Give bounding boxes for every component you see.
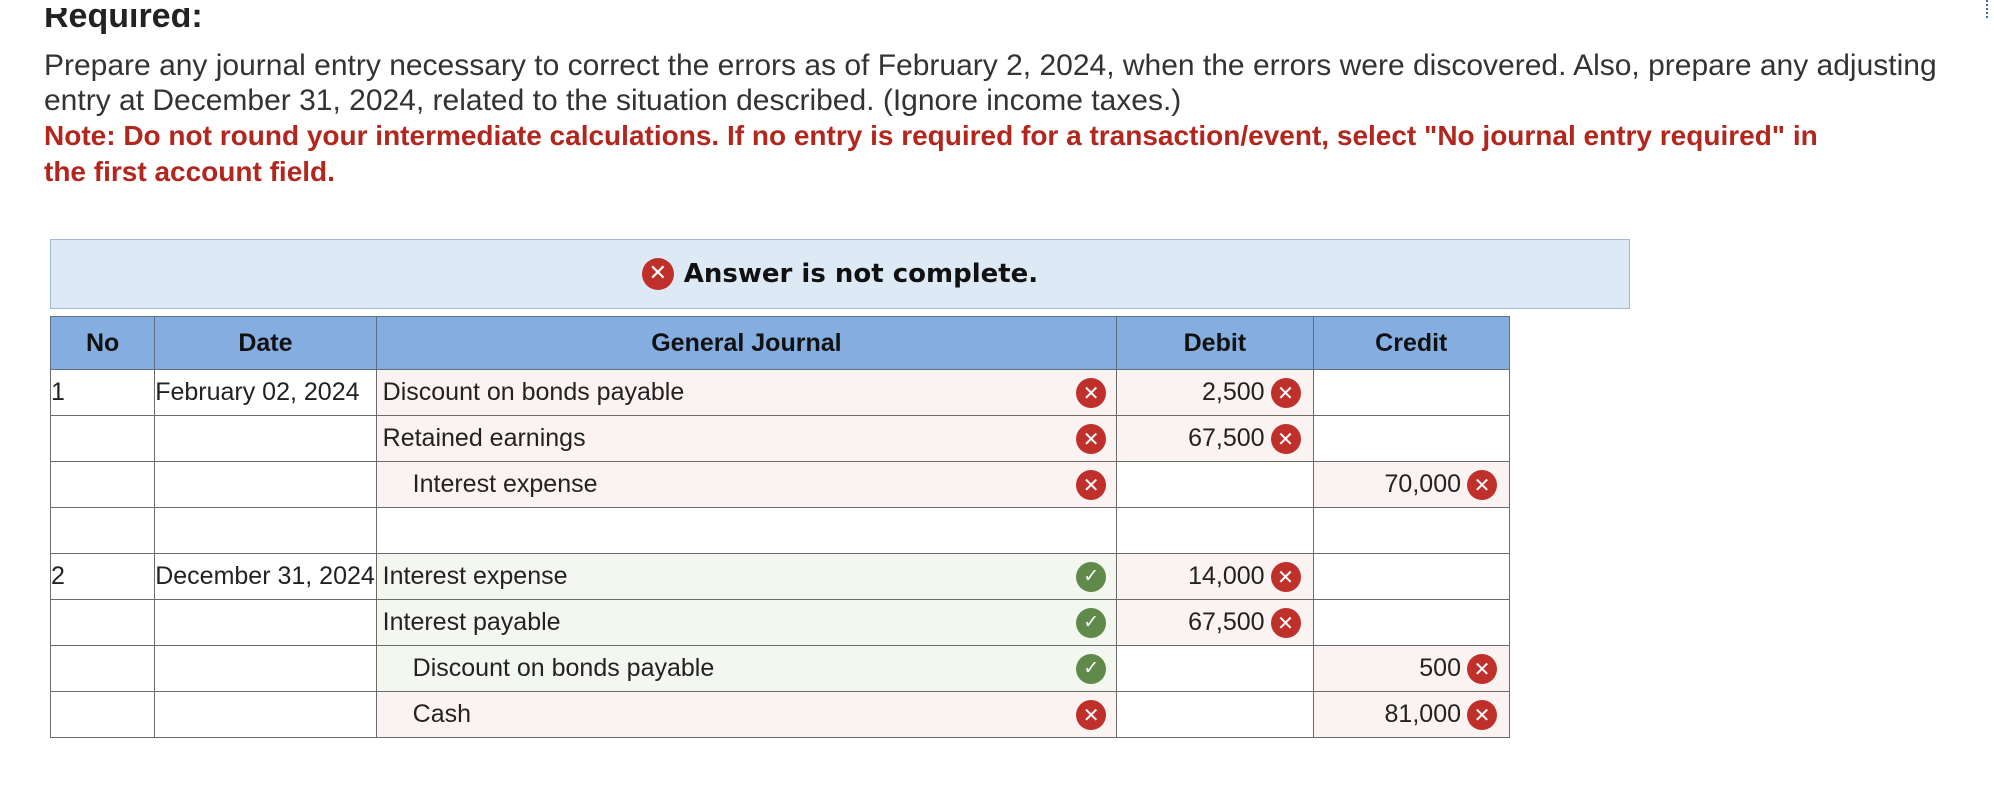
instructions-text: Prepare any journal entry necessary to c… bbox=[44, 49, 1937, 117]
x-icon: ✕ bbox=[1270, 561, 1301, 592]
table-header-row: No Date General Journal Debit Credit bbox=[49, 316, 1511, 370]
credit-input[interactable] bbox=[1312, 415, 1511, 462]
check-icon: ✓ bbox=[1076, 653, 1107, 684]
account-select[interactable]: Interest expense ✕ bbox=[375, 461, 1118, 508]
x-icon: ✕ bbox=[1076, 377, 1107, 408]
account-select[interactable]: Retained earnings ✕ bbox=[375, 415, 1118, 462]
entry-number-cell: 1 bbox=[49, 369, 156, 416]
debit-input[interactable]: 2,500 ✕ bbox=[1116, 369, 1314, 416]
debit-input[interactable] bbox=[1116, 691, 1314, 738]
date-select[interactable] bbox=[154, 507, 377, 554]
account-name: Interest expense bbox=[382, 562, 568, 590]
debit-input[interactable]: 67,500 ✕ bbox=[1116, 599, 1314, 646]
credit-input[interactable] bbox=[1312, 599, 1511, 646]
table-row: Interest expense ✕ 70,000 ✕ bbox=[49, 461, 1511, 508]
account-select[interactable] bbox=[375, 507, 1118, 554]
debit-amount: 2,500 bbox=[1202, 378, 1265, 406]
date-select[interactable]: February 02, 2024 bbox=[154, 369, 377, 416]
credit-amount: 70,000 bbox=[1384, 470, 1461, 498]
table-row: 2 December 31, 2024 Interest expense ✓ 14,00… bbox=[49, 553, 1511, 600]
credit-amount: 500 bbox=[1419, 654, 1461, 682]
account-select[interactable]: Cash ✕ bbox=[375, 691, 1118, 738]
account-select[interactable]: Interest expense ✓ bbox=[375, 553, 1118, 600]
x-icon: ✕ bbox=[1467, 469, 1497, 500]
date-select[interactable]: December 31, 2024 bbox=[154, 553, 377, 600]
date-select[interactable] bbox=[154, 599, 377, 646]
table-row: Interest payable ✓ 67,500 ✕ bbox=[49, 599, 1511, 646]
check-icon: ✓ bbox=[1076, 561, 1107, 592]
header-credit: Credit bbox=[1312, 316, 1511, 370]
banner-text: Answer is not complete. bbox=[683, 259, 1039, 289]
scrollbar-handle[interactable] bbox=[1986, 0, 1994, 18]
x-icon: ✕ bbox=[1270, 607, 1301, 638]
x-icon: ✕ bbox=[1270, 377, 1301, 408]
credit-input[interactable]: 81,000 ✕ bbox=[1312, 691, 1511, 738]
debit-amount: 14,000 bbox=[1188, 562, 1265, 590]
table-row: 1 February 02, 2024 Discount on bonds paya… bbox=[49, 369, 1511, 416]
debit-input[interactable] bbox=[1116, 507, 1314, 554]
header-general-journal: General Journal bbox=[375, 316, 1118, 370]
x-icon: ✕ bbox=[1467, 653, 1497, 684]
x-icon: ✕ bbox=[641, 258, 674, 290]
account-name: Discount on bonds payable bbox=[382, 378, 685, 406]
credit-input[interactable]: 70,000 ✕ bbox=[1312, 461, 1511, 508]
credit-input[interactable]: 500 ✕ bbox=[1312, 645, 1511, 692]
date-select[interactable] bbox=[154, 691, 377, 738]
account-select[interactable]: Discount on bonds payable ✕ bbox=[375, 369, 1118, 416]
debit-input[interactable]: 67,500 ✕ bbox=[1116, 415, 1314, 462]
header-date: Date bbox=[154, 316, 377, 370]
table-row: Discount on bonds payable ✓ 500 ✕ bbox=[49, 645, 1511, 692]
entry-number-cell bbox=[49, 507, 156, 554]
table-row bbox=[49, 507, 1511, 554]
debit-input[interactable] bbox=[1116, 461, 1314, 508]
heading-required: Required: bbox=[44, 8, 203, 35]
header-no: No bbox=[49, 316, 156, 370]
entry-number-cell bbox=[49, 691, 156, 738]
account-name: Discount on bonds payable bbox=[412, 654, 715, 682]
debit-amount: 67,500 bbox=[1188, 608, 1265, 636]
check-icon: ✓ bbox=[1076, 607, 1107, 638]
note-text: Note: Do not round your intermediate cal… bbox=[44, 120, 1818, 187]
header-debit: Debit bbox=[1116, 316, 1314, 370]
answer-status-banner: ✕ Answer is not complete. bbox=[50, 239, 1630, 309]
x-icon: ✕ bbox=[1076, 699, 1107, 730]
date-select[interactable] bbox=[154, 415, 377, 462]
credit-input[interactable] bbox=[1312, 369, 1511, 416]
entry-number-cell bbox=[49, 599, 156, 646]
debit-input[interactable] bbox=[1116, 645, 1314, 692]
account-name: Interest payable bbox=[382, 608, 561, 636]
account-name: Interest expense bbox=[412, 470, 598, 498]
date-select[interactable] bbox=[154, 461, 377, 508]
x-icon: ✕ bbox=[1076, 423, 1107, 454]
entry-number-cell bbox=[49, 461, 156, 508]
debit-amount: 67,500 bbox=[1188, 424, 1265, 452]
account-select[interactable]: Discount on bonds payable ✓ bbox=[375, 645, 1118, 692]
table-row: Cash ✕ 81,000 ✕ bbox=[49, 691, 1511, 738]
date-select[interactable] bbox=[154, 645, 377, 692]
entry-number-cell bbox=[49, 415, 156, 462]
account-select[interactable]: Interest payable ✓ bbox=[375, 599, 1118, 646]
x-icon: ✕ bbox=[1467, 699, 1497, 730]
table-row: Retained earnings ✕ 67,500 ✕ bbox=[49, 415, 1511, 462]
entry-number-cell: 2 bbox=[49, 553, 156, 600]
account-name: Cash bbox=[412, 700, 472, 728]
credit-input[interactable] bbox=[1312, 507, 1511, 554]
credit-input[interactable] bbox=[1312, 553, 1511, 600]
journal-table: No Date General Journal Debit Credit 1 Fe… bbox=[49, 316, 1511, 738]
x-icon: ✕ bbox=[1076, 469, 1107, 500]
account-name: Retained earnings bbox=[382, 424, 586, 452]
x-icon: ✕ bbox=[1270, 423, 1301, 454]
debit-input[interactable]: 14,000 ✕ bbox=[1116, 553, 1314, 600]
credit-amount: 81,000 bbox=[1384, 700, 1461, 728]
entry-number-cell bbox=[49, 645, 156, 692]
